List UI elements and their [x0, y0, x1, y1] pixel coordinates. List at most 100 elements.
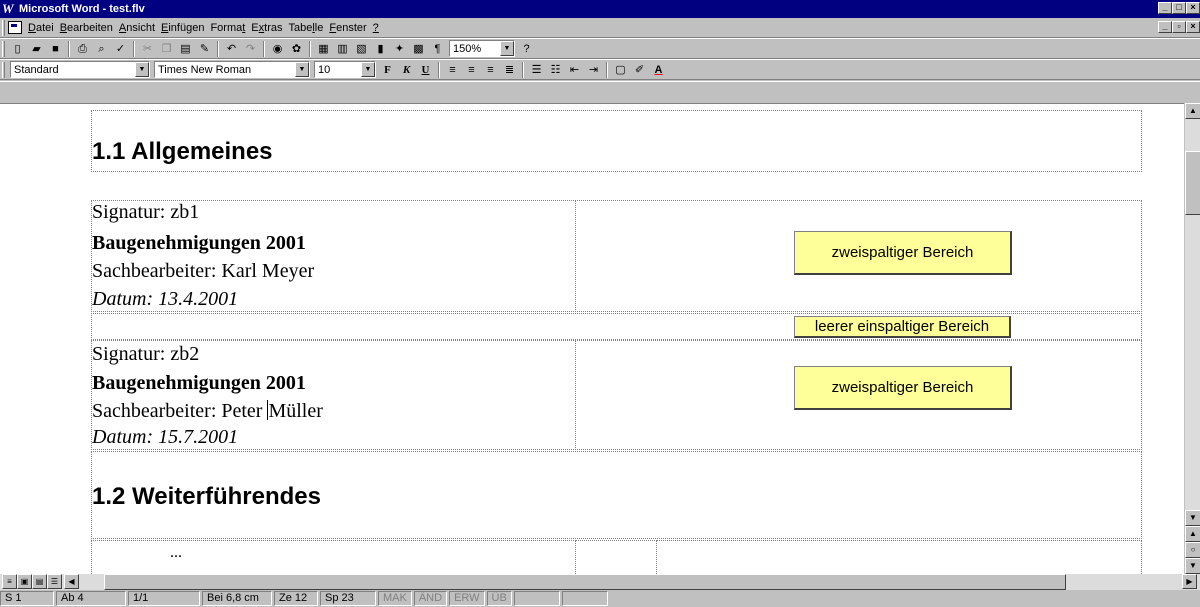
chevron-down-icon[interactable]: ▼: [295, 62, 309, 77]
status-macro-record[interactable]: MAK: [378, 591, 412, 606]
numbering-icon[interactable]: ☰: [528, 62, 545, 78]
status-extend[interactable]: ERW: [449, 591, 485, 606]
record2-two-column-box[interactable]: zweispaltiger Bereich: [794, 366, 1012, 410]
decrease-indent-icon[interactable]: ⇤: [566, 62, 583, 78]
hyperlink-icon[interactable]: ◉: [269, 41, 286, 57]
undo-icon[interactable]: ↶: [223, 41, 240, 57]
scroll-up-icon[interactable]: ▲: [1185, 103, 1200, 119]
menu-datei[interactable]: Datei: [25, 22, 57, 34]
next-page-icon[interactable]: ▼: [1185, 558, 1200, 574]
justify-icon[interactable]: ≣: [501, 62, 518, 78]
scroll-right-icon[interactable]: ▶: [1182, 574, 1197, 589]
chevron-down-icon[interactable]: ▼: [135, 62, 149, 77]
copy-icon[interactable]: ❐: [158, 41, 175, 57]
help-icon[interactable]: ?: [518, 41, 535, 57]
font-select[interactable]: Times New Roman ▼: [154, 61, 310, 78]
style-select[interactable]: Standard ▼: [10, 61, 150, 78]
open-folder-icon[interactable]: ▰: [28, 41, 45, 57]
menu-grip[interactable]: [2, 19, 5, 36]
insert-excel-icon[interactable]: ▧: [353, 41, 370, 57]
tables-borders-icon[interactable]: ▦: [315, 41, 332, 57]
pilcrow-icon[interactable]: ¶: [429, 41, 446, 57]
paste-icon[interactable]: ▤: [177, 41, 194, 57]
print-preview-icon[interactable]: ⌕: [93, 41, 110, 57]
chevron-down-icon[interactable]: ▼: [361, 62, 375, 77]
record2-signatur: Signatur: zb2: [92, 343, 200, 365]
menu-bearbeiten[interactable]: Bearbeiten: [57, 22, 116, 34]
ruler-area: [0, 81, 1200, 103]
status-pages: 1/1: [128, 591, 200, 606]
horizontal-scroll-thumb[interactable]: [104, 574, 1066, 590]
menu-ansicht[interactable]: Ansicht: [116, 22, 158, 34]
empty-single-column-box[interactable]: leerer einspaltiger Bereich: [794, 316, 1011, 338]
web-toolbar-icon[interactable]: ✿: [288, 41, 305, 57]
doc-minimize-button[interactable]: _: [1158, 21, 1172, 33]
redo-icon[interactable]: ↷: [242, 41, 259, 57]
ellipsis-text: ...: [170, 544, 182, 561]
increase-indent-icon[interactable]: ⇥: [585, 62, 602, 78]
toolbar-grip[interactable]: [2, 61, 5, 78]
print-icon[interactable]: ⎙: [74, 41, 91, 57]
record2-datum: Datum: 15.7.2001: [92, 426, 239, 448]
browse-object-icon[interactable]: ○: [1185, 542, 1200, 558]
save-icon[interactable]: ■: [47, 41, 64, 57]
page-layout-icon[interactable]: ▤: [32, 574, 47, 589]
bold-button[interactable]: F: [379, 62, 396, 78]
vertical-scroll-thumb[interactable]: [1185, 151, 1200, 215]
border-icon[interactable]: ▢: [612, 62, 629, 78]
bullets-icon[interactable]: ☷: [547, 62, 564, 78]
doc-close-button[interactable]: ×: [1186, 21, 1200, 33]
menu-tabelle[interactable]: Tabelle: [285, 22, 326, 34]
scroll-left-icon[interactable]: ◀: [64, 574, 79, 589]
cut-icon[interactable]: ✂: [139, 41, 156, 57]
formatting-toolbar: Standard ▼ Times New Roman ▼ 10 ▼ F K U …: [0, 59, 1200, 80]
status-track-changes[interactable]: ÄND: [413, 591, 448, 606]
underline-button[interactable]: U: [417, 62, 434, 78]
menu-einfuegen[interactable]: Einfügen: [158, 22, 207, 34]
document-map-icon[interactable]: ▩: [410, 41, 427, 57]
align-center-icon[interactable]: ≡: [463, 62, 480, 78]
new-document-icon[interactable]: ▯: [9, 41, 26, 57]
doc-restore-button[interactable]: ▫: [1172, 21, 1186, 33]
normal-view-icon[interactable]: ≡: [2, 574, 17, 589]
scroll-down-icon[interactable]: ▼: [1185, 510, 1200, 526]
horizontal-scrollbar[interactable]: ≡ ▣ ▤ ☰ ◀ ▶: [0, 574, 1200, 590]
spellcheck-icon[interactable]: ✓: [112, 41, 129, 57]
maximize-button[interactable]: □: [1172, 2, 1186, 14]
bottom-left-cell: [91, 540, 576, 574]
word-app-icon[interactable]: W: [2, 2, 16, 16]
close-button[interactable]: ×: [1186, 2, 1200, 14]
title-bar: W Microsoft Word - test.flv _ □ ×: [0, 0, 1200, 18]
standard-toolbar: ▯ ▰ ■ ⎙ ⌕ ✓ ✂ ❐ ▤ ✎ ↶ ↷ ◉ ✿ ▦ ▥ ▧ ▮ ✦ ▩ …: [0, 38, 1200, 59]
bottom-mid-cell: [575, 540, 657, 574]
chevron-down-icon[interactable]: ▼: [500, 41, 514, 56]
drawing-icon[interactable]: ✦: [391, 41, 408, 57]
menu-help[interactable]: ?: [370, 22, 382, 34]
outline-view-icon[interactable]: ☰: [47, 574, 62, 589]
vertical-scrollbar[interactable]: ▲ ▼ ▲ ○ ▼: [1184, 103, 1200, 574]
align-right-icon[interactable]: ≡: [482, 62, 499, 78]
document-area[interactable]: 1.1 Allgemeines Signatur: zb1 Baugenehmi…: [0, 103, 1184, 574]
web-layout-icon[interactable]: ▣: [17, 574, 32, 589]
status-section: Ab 4: [56, 591, 126, 606]
status-overtype[interactable]: ÜB: [486, 591, 512, 606]
toolbar-grip[interactable]: [2, 40, 5, 57]
menu-format[interactable]: Format: [207, 22, 248, 34]
window-title: Microsoft Word - test.flv: [19, 3, 145, 15]
font-color-icon[interactable]: A: [650, 62, 667, 78]
italic-button[interactable]: K: [398, 62, 415, 78]
record1-two-column-box[interactable]: zweispaltiger Bereich: [794, 231, 1012, 275]
format-painter-icon[interactable]: ✎: [196, 41, 213, 57]
highlight-icon[interactable]: ✐: [631, 62, 648, 78]
insert-table-icon[interactable]: ▥: [334, 41, 351, 57]
zoom-select[interactable]: 150% ▼: [449, 40, 515, 57]
menu-fenster[interactable]: Fenster: [326, 22, 369, 34]
menu-extras[interactable]: Extras: [248, 22, 285, 34]
minimize-button[interactable]: _: [1158, 2, 1172, 14]
previous-page-icon[interactable]: ▲: [1185, 526, 1200, 542]
record1-signatur: Signatur: zb1: [92, 201, 200, 223]
columns-icon[interactable]: ▮: [372, 41, 389, 57]
document-icon[interactable]: [8, 21, 22, 34]
align-left-icon[interactable]: ≡: [444, 62, 461, 78]
font-size-select[interactable]: 10 ▼: [314, 61, 376, 78]
